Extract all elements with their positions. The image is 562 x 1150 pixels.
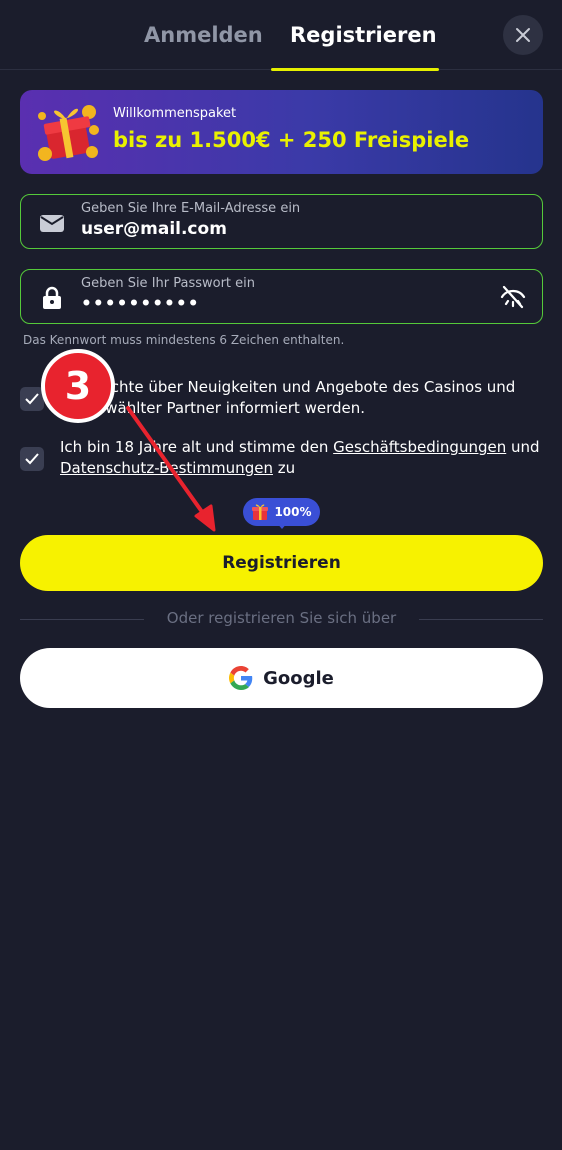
envelope-icon — [40, 215, 64, 232]
google-signup-button[interactable]: Google — [20, 648, 543, 708]
step-number-badge: 3 — [41, 349, 115, 423]
email-field[interactable]: Geben Sie Ihre E-Mail-Adresse ein — [20, 194, 543, 249]
gift-coins-icon — [38, 105, 99, 161]
eye-off-icon[interactable] — [499, 283, 527, 311]
bonus-badge-pointer — [276, 522, 288, 529]
google-logo-icon — [229, 666, 253, 690]
terms-suffix: zu — [272, 459, 296, 477]
gift-icon — [252, 504, 269, 520]
email-input[interactable] — [81, 219, 471, 239]
register-button[interactable]: Registrieren — [20, 535, 543, 591]
tab-register[interactable]: Registrieren — [290, 18, 437, 52]
banner-label: Willkommenspaket — [113, 106, 237, 121]
banner-value: bis zu 1.500€ + 250 Freispiele — [113, 128, 470, 152]
password-hint: Das Kennwort muss mindestens 6 Zeichen e… — [23, 333, 345, 347]
divider-line-right — [419, 619, 543, 620]
auth-tabs: Anmelden Registrieren — [0, 0, 562, 71]
social-divider: Oder registrieren Sie sich über — [20, 608, 543, 630]
password-input[interactable]: •••••••••• — [81, 294, 471, 314]
active-tab-indicator — [271, 68, 439, 71]
register-page: Anmelden Registrieren Willkommenspaket b… — [0, 0, 562, 1150]
email-field-label: Geben Sie Ihre E-Mail-Adresse ein — [81, 201, 301, 216]
newsletter-consent-text: Ich möchte über Neuigkeiten und Angebote… — [60, 378, 516, 417]
password-field-label: Geben Sie Ihr Passwort ein — [81, 276, 256, 291]
checkmark-icon — [25, 453, 39, 465]
lock-icon — [43, 286, 61, 309]
checkmark-icon — [25, 393, 39, 405]
terms-link[interactable]: Geschäftsbedingungen — [333, 438, 506, 456]
close-icon — [516, 28, 530, 42]
welcome-bonus-banner[interactable]: Willkommenspaket bis zu 1.500€ + 250 Fre… — [20, 90, 543, 174]
terms-consent-text: Ich bin 18 Jahre alt und stimme den Gesc… — [60, 437, 550, 479]
tab-login[interactable]: Anmelden — [144, 18, 263, 52]
terms-middle: und — [506, 438, 540, 456]
bonus-percent-text: 100% — [274, 505, 312, 519]
password-field[interactable]: Geben Sie Ihr Passwort ein •••••••••• — [20, 269, 543, 324]
terms-prefix: Ich bin 18 Jahre alt und stimme den — [60, 438, 334, 456]
privacy-link[interactable]: Datenschutz-Bestimmungen — [60, 459, 273, 477]
divider-text: Oder registrieren Sie sich über — [166, 609, 397, 627]
close-button[interactable] — [503, 15, 543, 55]
google-button-label: Google — [263, 667, 334, 689]
terms-checkbox[interactable] — [20, 447, 44, 471]
